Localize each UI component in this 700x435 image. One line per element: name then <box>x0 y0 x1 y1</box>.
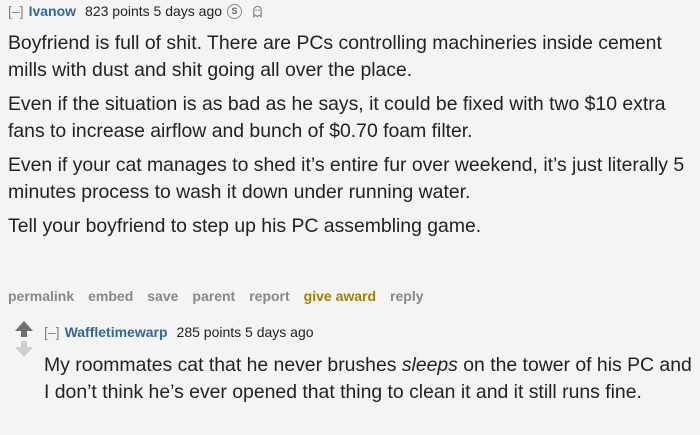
comment-body: Boyfriend is full of shit. There are PCs… <box>8 30 696 248</box>
reply-button[interactable]: reply <box>390 288 423 304</box>
comment-paragraph: Even if the situation is as bad as he sa… <box>8 93 666 142</box>
comment-paragraph: Boyfriend is full of shit. There are PCs… <box>8 32 662 81</box>
score-and-time: 285 points 5 days ago <box>176 324 314 340</box>
give-award-button[interactable]: give award <box>304 288 376 304</box>
ghost-icon <box>253 5 262 18</box>
permalink-button[interactable]: permalink <box>8 288 74 304</box>
silver-award-icon[interactable]: S <box>227 3 243 19</box>
child-comment-body: My roommates cat that he never brushes s… <box>44 352 696 406</box>
comment-thread: [–] Ivanow 823 points 5 days ago S Boyfr… <box>0 0 700 435</box>
comment-paragraph: Even if your cat manages to shed it’s en… <box>8 154 685 203</box>
comment-action-buttons: permalink embed save parent report give … <box>8 288 438 304</box>
downvote-arrow-icon[interactable] <box>14 341 34 357</box>
save-button[interactable]: save <box>147 288 178 304</box>
vote-arrows <box>14 321 34 357</box>
comment-text: My roommates cat that he never brushes <box>44 354 402 376</box>
comment-paragraph: Tell your boyfriend to step up his PC as… <box>8 215 482 237</box>
report-button[interactable]: report <box>249 288 289 304</box>
emphasized-text: sleeps <box>401 354 458 376</box>
upvote-arrow-icon[interactable] <box>14 321 34 337</box>
collapse-button[interactable]: [–] <box>44 324 60 340</box>
parent-button[interactable]: parent <box>192 288 235 304</box>
embed-button[interactable]: embed <box>88 288 133 304</box>
author-link[interactable]: Ivanow <box>29 3 76 19</box>
ghost-award-icon[interactable] <box>250 4 265 19</box>
score-and-time: 823 points 5 days ago <box>85 3 223 19</box>
child-comment-tagline: [–] Waffletimewarp 285 points 5 days ago <box>44 321 314 343</box>
comment-tagline: [–] Ivanow 823 points 5 days ago S <box>8 0 265 22</box>
author-link[interactable]: Waffletimewarp <box>65 324 168 340</box>
collapse-button[interactable]: [–] <box>8 3 24 19</box>
